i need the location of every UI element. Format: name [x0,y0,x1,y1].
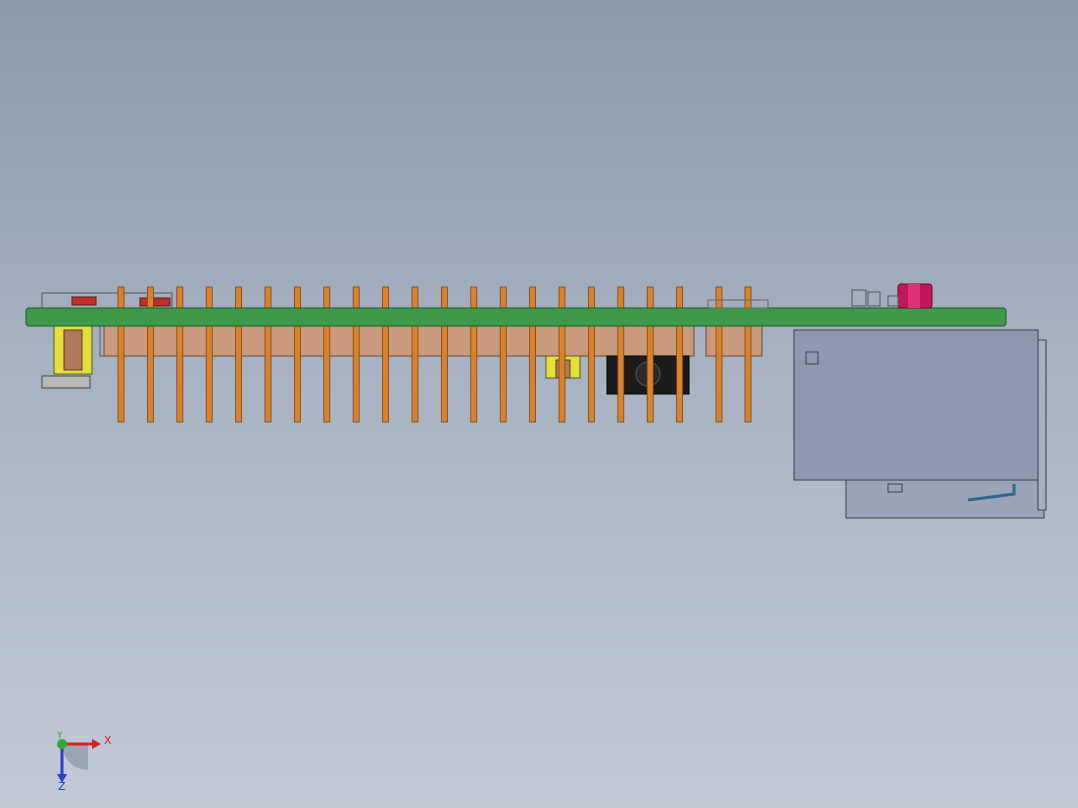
header-pin [470,286,478,423]
header-pin [715,286,723,423]
header-pin [146,286,154,423]
top-right-components [707,289,899,309]
connector-housing [793,329,1047,519]
x-axis-label: X [104,734,112,747]
pin-header-body [103,325,763,357]
header-pin [744,286,752,423]
header-pin [323,286,331,423]
header-pin [176,286,184,423]
pcb-board [25,307,1007,327]
z-axis-label: Z [58,780,66,793]
header-pin [352,286,360,423]
header-pin [205,286,213,423]
header-pin [617,286,625,423]
header-pin [117,286,125,423]
header-pin [264,286,272,423]
header-pin [411,286,419,423]
left-clip [41,321,115,389]
header-pin [676,286,683,423]
header-pin [293,286,301,423]
header-pin [529,286,536,423]
model-scene[interactable]: X Y Z [0,0,1078,808]
coordinate-triad: X Y Z [56,731,112,793]
y-axis-label: Y [56,731,63,741]
header-pin [588,286,595,423]
push-button [897,283,933,309]
header-pin [558,286,566,423]
cad-viewport[interactable]: X Y Z [0,0,1078,808]
header-pin [646,286,654,423]
triad-plane [62,744,88,770]
header-pin [235,286,243,423]
x-arrow-icon [92,739,101,749]
header-pin [382,286,390,423]
header-pin [440,286,448,423]
header-pin [499,286,507,423]
